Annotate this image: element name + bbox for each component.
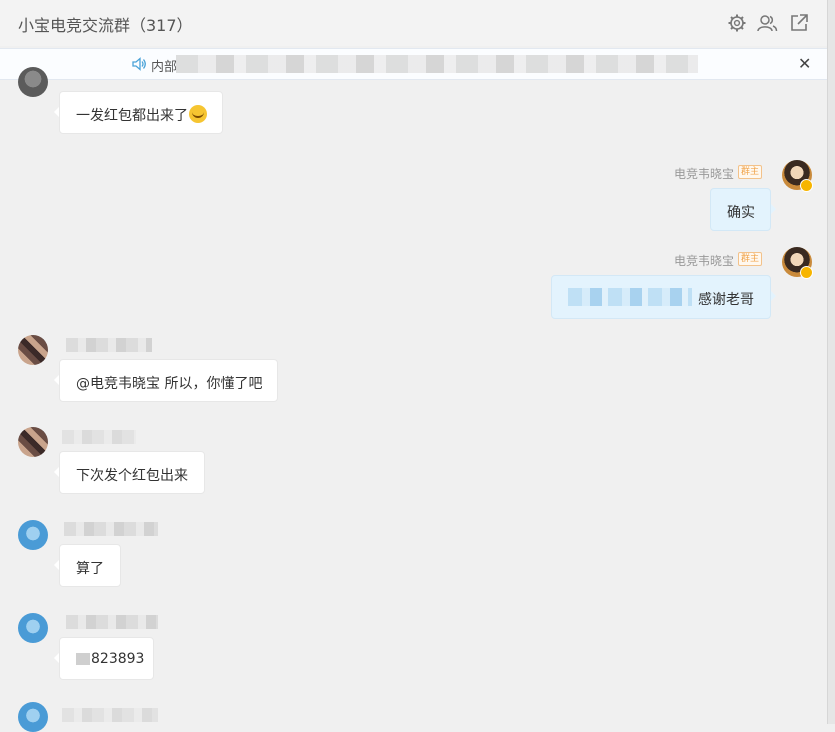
avatar[interactable]	[18, 613, 48, 643]
message-text: 下次发个红包出来	[76, 468, 188, 484]
avatar[interactable]	[18, 335, 48, 365]
sender-name-redacted	[64, 522, 158, 536]
redacted-text	[76, 653, 90, 665]
group-members-icon[interactable]	[756, 13, 778, 33]
gear-icon[interactable]	[727, 13, 747, 33]
sender-name-redacted	[66, 338, 152, 352]
popout-icon[interactable]	[789, 13, 809, 33]
owner-crown-icon	[800, 266, 813, 279]
message-bubble[interactable]: 算了	[59, 544, 121, 587]
message-bubble[interactable]: 823893	[59, 637, 154, 680]
redacted-text	[568, 288, 692, 306]
owner-badge: 群主	[738, 252, 763, 266]
message-text: 确实	[727, 205, 755, 221]
sender-name: 电竞韦晓宝	[674, 167, 735, 181]
announcement-text: 内部	[151, 60, 178, 75]
message-text: @电竞韦晓宝 所以，你懂了吧	[76, 376, 263, 392]
speaker-icon	[131, 56, 147, 72]
message-bubble[interactable]: @电竞韦晓宝 所以，你懂了吧	[59, 359, 278, 402]
sender-name: 电竞韦晓宝	[674, 254, 735, 268]
group-title: 小宝电竞交流群（317）	[18, 16, 193, 35]
message-bubble[interactable]: 确实	[710, 188, 771, 231]
message-bubble[interactable]: 感谢老哥	[551, 275, 771, 319]
close-icon[interactable]: ✕	[798, 54, 811, 73]
laughing-emoji-icon	[189, 105, 207, 123]
announcement-bar[interactable]: 内部 ✕	[0, 48, 827, 80]
announcement-redacted	[176, 55, 698, 73]
scrollbar[interactable]	[827, 0, 835, 724]
sender-name-redacted	[66, 615, 158, 629]
chat-header: 小宝电竞交流群（317）	[0, 0, 835, 46]
message-text: 感谢老哥	[698, 292, 754, 308]
owner-badge: 群主	[738, 165, 763, 179]
avatar[interactable]	[18, 67, 48, 97]
avatar[interactable]	[18, 702, 48, 732]
message-bubble[interactable]: 下次发个红包出来	[59, 451, 205, 494]
message-text: 算了	[76, 561, 104, 577]
message-text: 823893	[91, 651, 145, 667]
avatar[interactable]	[18, 520, 48, 550]
message-text: 一发红包都出来了	[76, 108, 188, 124]
avatar[interactable]	[18, 427, 48, 457]
owner-crown-icon	[800, 179, 813, 192]
sender-name-redacted	[62, 430, 136, 444]
message-bubble[interactable]: 一发红包都出来了	[59, 91, 223, 134]
sender-name-redacted	[62, 708, 158, 722]
